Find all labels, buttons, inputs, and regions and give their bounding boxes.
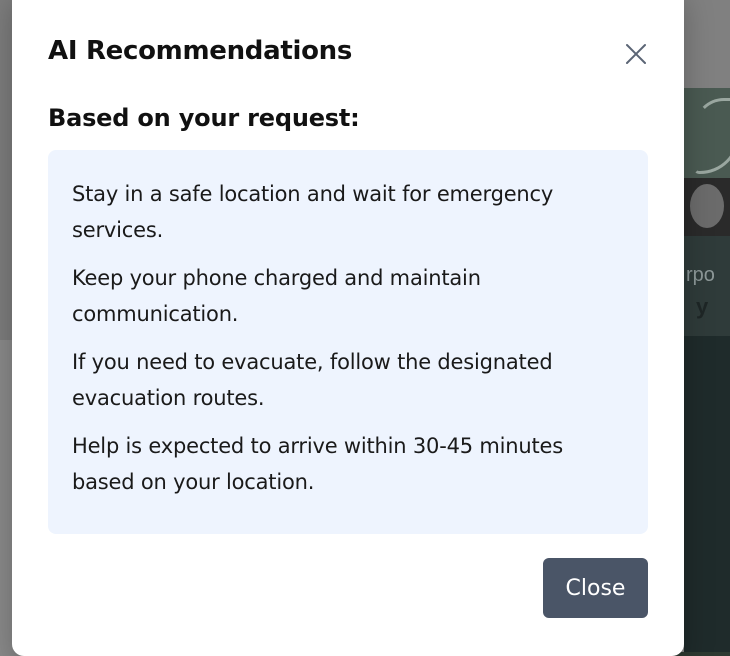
close-button[interactable]: Close <box>543 558 648 618</box>
recommendation-item: If you need to evacuate, follow the desi… <box>72 350 553 410</box>
map-road-line <box>694 98 730 174</box>
recommendation-item: Keep your phone charged and maintain com… <box>72 266 481 326</box>
background-partial-heading: y <box>696 294 709 319</box>
section-label: Based on your request: <box>48 104 360 132</box>
background-dark-panel <box>684 336 730 656</box>
photo-subject <box>690 184 724 228</box>
close-icon[interactable] <box>624 42 648 66</box>
background-header-strip <box>684 0 730 88</box>
modal-title: AI Recommendations <box>48 36 353 66</box>
background-photo-thumbnail <box>684 178 730 236</box>
ai-recommendations-modal: AI Recommendations Based on your request… <box>12 0 684 656</box>
background-map-thumbnail <box>684 88 730 178</box>
close-icon-glyph <box>626 44 646 64</box>
recommendations-box: Stay in a safe location and wait for eme… <box>48 150 648 534</box>
recommendation-item: Stay in a safe location and wait for eme… <box>72 182 554 242</box>
recommendation-item: Help is expected to arrive within 30-45 … <box>72 434 563 494</box>
background-partial-text: rpo <box>686 264 715 286</box>
